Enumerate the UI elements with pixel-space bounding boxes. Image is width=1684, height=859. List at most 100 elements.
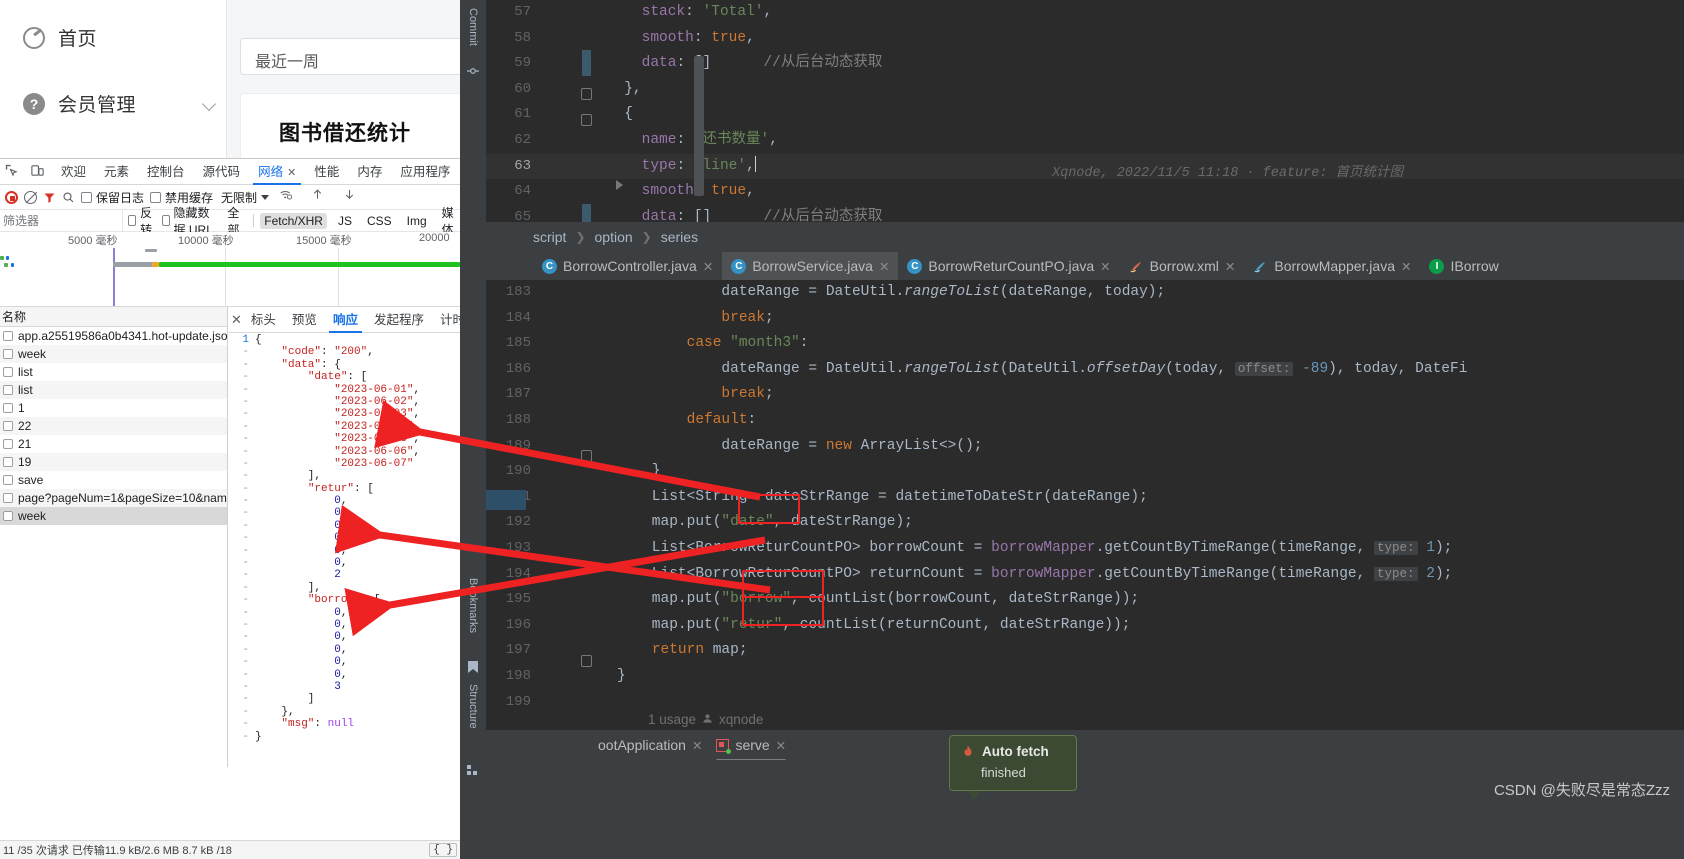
request-row[interactable]: list <box>0 381 227 399</box>
close-icon[interactable]: ✕ <box>1401 259 1411 274</box>
fold-icon[interactable] <box>581 450 592 462</box>
request-row[interactable]: 19 <box>0 453 227 471</box>
inspect-element-icon[interactable] <box>4 163 26 181</box>
close-icon[interactable]: ✕ <box>692 738 702 753</box>
run-tab-bootapplication[interactable]: ootApplication ✕ <box>598 737 702 753</box>
request-row[interactable]: page?pageNum=1&pageSize=10&name=… <box>0 489 227 507</box>
close-icon[interactable]: ✕ <box>703 259 713 274</box>
filter-type-css[interactable]: CSS <box>363 213 396 229</box>
fold-gutter[interactable] <box>542 102 572 128</box>
auto-fetch-toast[interactable]: Auto fetch finished <box>949 735 1077 800</box>
tab-preview[interactable]: 预览 <box>285 307 324 333</box>
tab-performance[interactable]: 性能 <box>305 159 348 185</box>
close-icon[interactable]: ✕ <box>879 259 889 274</box>
tab-memory[interactable]: 内存 <box>348 159 391 185</box>
format-json-icon[interactable]: { } <box>429 843 457 857</box>
fold-gutter[interactable] <box>542 154 572 180</box>
request-row-selected[interactable]: week <box>0 507 227 525</box>
fold-gutter[interactable] <box>542 587 617 613</box>
tab-initiator[interactable]: 发起程序 <box>367 307 431 333</box>
request-list[interactable]: 名称 app.a25519586a0b4341.hot-update.json … <box>0 307 228 767</box>
request-row[interactable]: week <box>0 345 227 363</box>
fold-gutter[interactable] <box>542 205 572 222</box>
request-row[interactable]: save <box>0 471 227 489</box>
commit-icon[interactable] <box>467 64 479 76</box>
structure-icon[interactable] <box>467 764 479 776</box>
bookmark-icon[interactable] <box>467 660 479 673</box>
run-gutter-icon[interactable] <box>616 180 623 190</box>
file-tab-borrowreturcountpo[interactable]: C BorrowReturCountPO.java ✕ <box>898 252 1119 280</box>
file-tab-borrow-xml[interactable]: Borrow.xml ✕ <box>1120 252 1245 280</box>
request-row[interactable]: list <box>0 363 227 381</box>
file-tab-borrowmapper[interactable]: BorrowMapper.java ✕ <box>1244 252 1420 280</box>
fold-gutter[interactable] <box>542 562 617 588</box>
fold-icon[interactable] <box>581 88 592 100</box>
sidebar-item-member-management[interactable]: ? 会员管理 <box>23 90 136 117</box>
close-icon[interactable]: ✕ <box>1100 259 1110 274</box>
js-editor[interactable]: 57 stack: 'Total', 58 smooth: true, 59 dat… <box>486 0 1684 222</box>
date-range-select[interactable]: 最近一周 <box>240 38 460 75</box>
breadcrumb-item-script[interactable]: script <box>533 229 566 245</box>
filter-type-js[interactable]: JS <box>334 213 356 229</box>
fold-gutter[interactable] <box>542 26 572 52</box>
tool-structure-label[interactable]: Structure <box>467 684 479 729</box>
filter-input[interactable]: 筛选器 <box>0 209 124 232</box>
fold-gutter[interactable] <box>542 664 617 690</box>
close-icon[interactable]: ✕ <box>776 738 786 753</box>
fold-gutter[interactable] <box>542 382 617 408</box>
fold-gutter[interactable] <box>542 179 572 205</box>
request-row[interactable]: 1 <box>0 399 227 417</box>
fold-gutter[interactable] <box>542 510 617 536</box>
tab-elements[interactable]: 元素 <box>95 159 138 185</box>
fold-gutter[interactable] <box>542 613 617 639</box>
network-overview-timeline[interactable]: 5000 毫秒 10000 毫秒 15000 毫秒 20000 <box>0 232 460 307</box>
fold-gutter[interactable] <box>542 485 617 511</box>
search-icon[interactable] <box>62 191 75 204</box>
fold-gutter[interactable] <box>542 128 572 154</box>
breadcrumb-item-option[interactable]: option <box>595 229 633 245</box>
close-icon[interactable]: ✕ <box>1225 259 1235 274</box>
chevron-down-icon[interactable] <box>204 99 218 108</box>
request-row[interactable]: app.a25519586a0b4341.hot-update.json <box>0 327 227 345</box>
tab-timing[interactable]: 计时 <box>433 307 460 333</box>
fold-gutter[interactable] <box>542 280 617 306</box>
file-tab-borrowcontroller[interactable]: C BorrowController.java ✕ <box>533 252 722 280</box>
tool-commit-label[interactable]: Commit <box>467 8 479 46</box>
sidebar-item-home[interactable]: 首页 <box>23 24 97 51</box>
java-editor[interactable]: 183 dateRange = DateUtil.rangeToList(dat… <box>486 280 1684 730</box>
tab-console[interactable]: 控制台 <box>138 159 194 185</box>
record-button[interactable] <box>5 190 18 204</box>
tab-sources[interactable]: 源代码 <box>194 159 250 185</box>
breadcrumb-item-series[interactable]: series <box>661 229 698 245</box>
fold-gutter[interactable] <box>542 0 572 26</box>
clear-button[interactable] <box>24 190 37 204</box>
fold-icon[interactable] <box>581 114 592 126</box>
run-tab-serve[interactable]: serve ✕ <box>716 737 786 762</box>
filter-type-fetch-xhr[interactable]: Fetch/XHR <box>260 212 327 229</box>
tool-bookmarks-label[interactable]: Bookmarks <box>467 578 479 633</box>
fold-gutter[interactable] <box>542 77 572 103</box>
response-json-viewer[interactable]: 1{- "code": "200", - "data": {- "date": [… <box>229 334 460 749</box>
tab-response[interactable]: 响应 <box>326 307 365 333</box>
fold-gutter[interactable] <box>542 306 617 332</box>
fold-gutter[interactable] <box>542 357 617 383</box>
import-har-icon[interactable] <box>311 188 333 206</box>
fold-gutter[interactable] <box>542 638 617 664</box>
tab-application[interactable]: 应用程序 <box>391 159 459 185</box>
fold-icon[interactable] <box>581 655 592 667</box>
tab-network[interactable]: 网络 ✕ <box>249 159 305 185</box>
filter-icon[interactable] <box>43 191 56 204</box>
export-har-icon[interactable] <box>343 188 365 206</box>
close-icon[interactable]: ✕ <box>287 160 296 186</box>
editor-scrollbar-thumb[interactable] <box>694 56 704 196</box>
tab-welcome[interactable]: 欢迎 <box>52 159 95 185</box>
fold-gutter[interactable] <box>542 408 617 434</box>
filter-type-img[interactable]: Img <box>403 213 431 229</box>
request-row[interactable]: 21 <box>0 435 227 453</box>
fold-gutter[interactable] <box>542 690 617 716</box>
tab-headers[interactable]: 标头 <box>244 307 283 333</box>
request-row[interactable]: 22 <box>0 417 227 435</box>
file-tab-borrowservice[interactable]: C BorrowService.java ✕ <box>722 252 899 280</box>
fold-gutter[interactable] <box>542 536 617 562</box>
fold-gutter[interactable] <box>542 459 617 485</box>
